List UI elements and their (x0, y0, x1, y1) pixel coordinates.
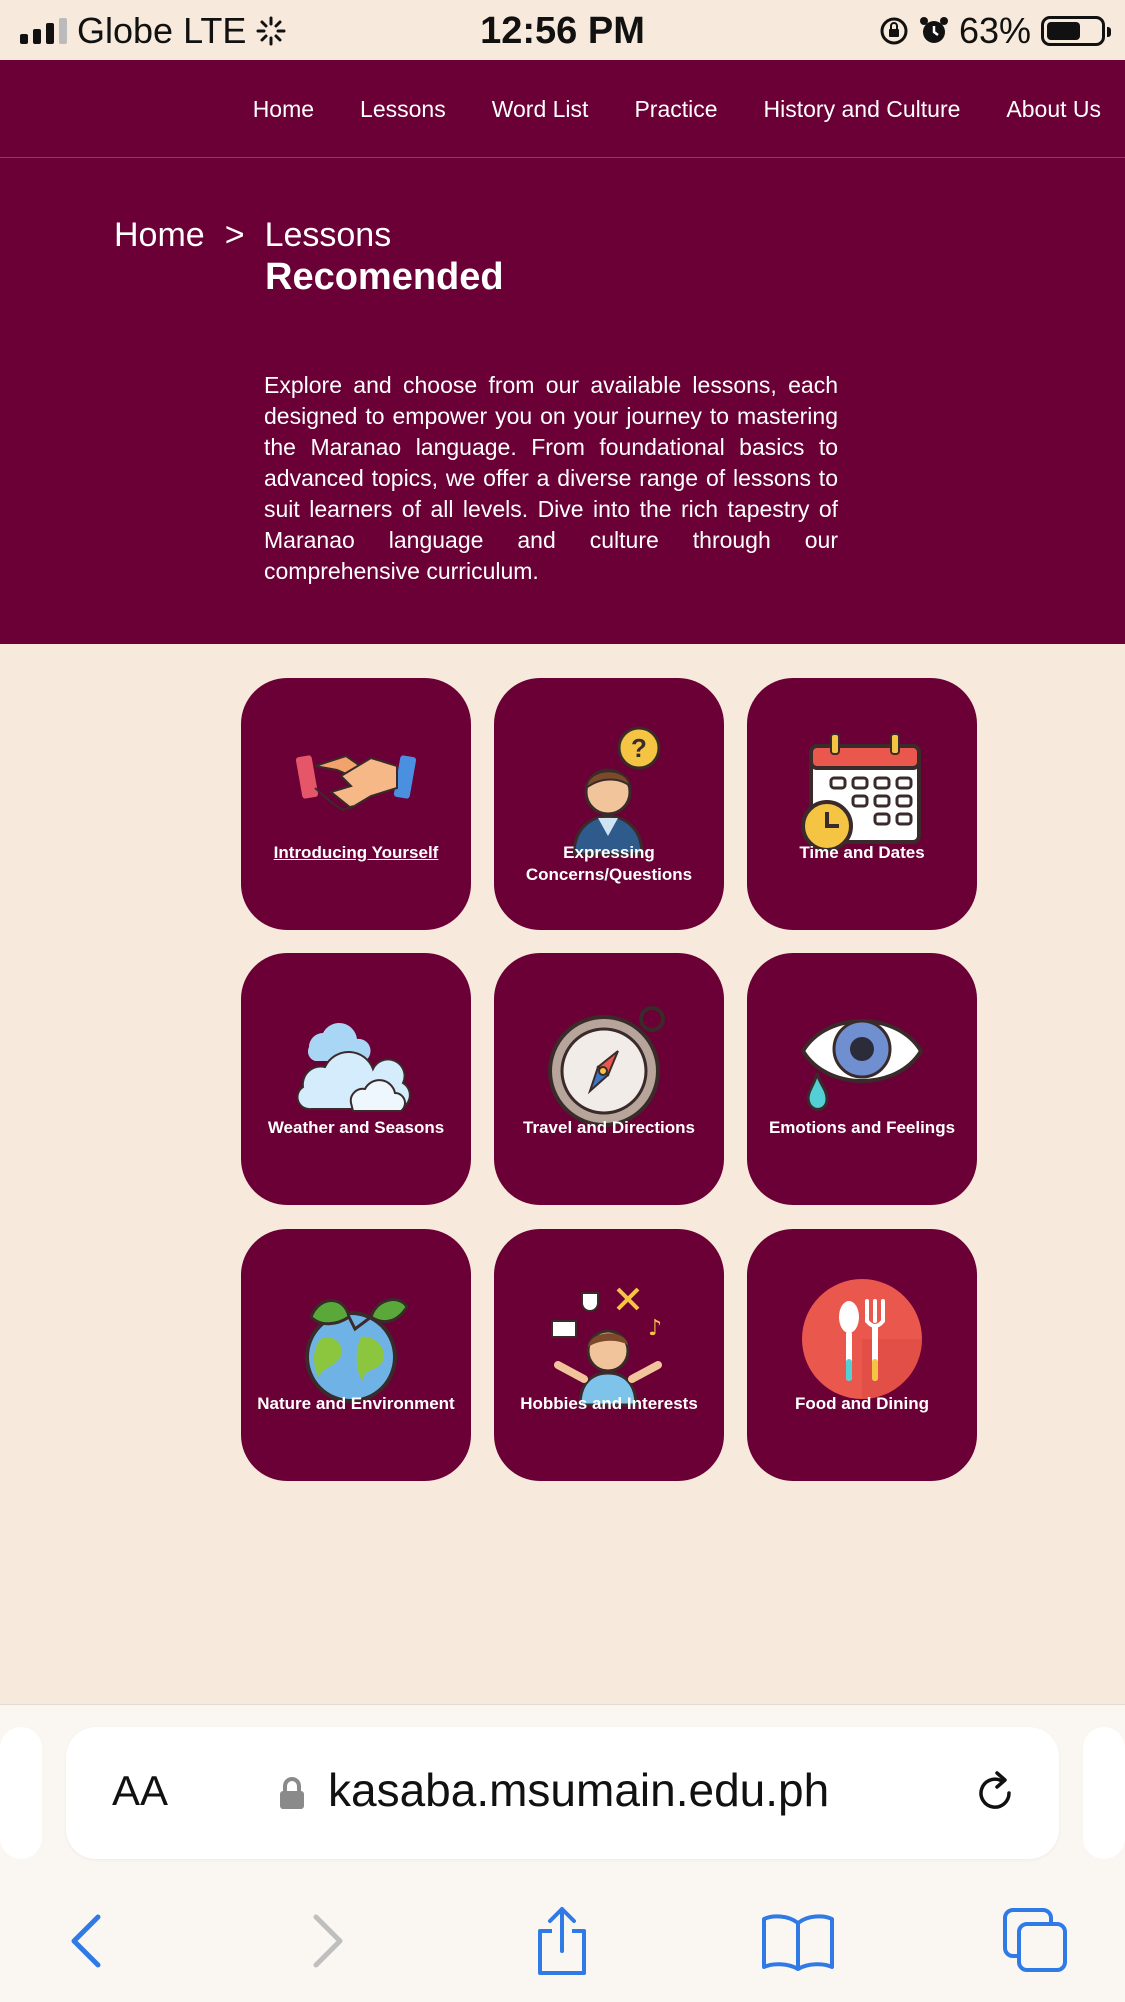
lesson-card-label: Nature and Environment (257, 1394, 455, 1413)
lesson-card-weather-and-seasons[interactable]: Weather and Seasons (241, 953, 471, 1205)
lesson-card-nature-and-environment[interactable]: Nature and Environment (241, 1229, 471, 1481)
alarm-icon (919, 17, 948, 43)
svg-text:?: ? (631, 733, 647, 763)
chevron-right-icon (313, 1914, 343, 1968)
svg-text:♪: ♪ (648, 1316, 662, 1341)
lesson-card-label: Hobbies and Interests (520, 1394, 698, 1413)
lesson-card-label: Travel and Directions (523, 1118, 695, 1137)
battery-icon (1041, 16, 1111, 46)
crying-eye-icon (800, 1019, 924, 1111)
battery-percent: 63% (958, 10, 1031, 51)
lesson-card-label: Expressing Concerns/Questions (525, 843, 693, 884)
lesson-card-label: Food and Dining (794, 1394, 930, 1413)
calendar-clock-icon (801, 733, 921, 852)
nav-history-culture[interactable]: History and Culture (764, 96, 961, 123)
nav-lessons[interactable]: Lessons (360, 96, 446, 123)
top-navigation: Home Lessons Word List Practice History … (0, 60, 1125, 158)
nav-word-list[interactable]: Word List (492, 96, 589, 123)
page-description: Explore and choose from our available le… (264, 372, 838, 584)
compass-icon (548, 1006, 665, 1127)
page-title: Recomended (265, 256, 504, 298)
back-button[interactable] (46, 1901, 126, 1981)
tabs-icon (1003, 1908, 1067, 1972)
hobbies-person-icon: ♪ (551, 1287, 662, 1407)
lock-icon (280, 1777, 304, 1809)
breadcrumb-home[interactable]: Home (114, 216, 205, 255)
status-bar: Globe LTE 12:56 PM 63% (0, 0, 1125, 60)
nav-about-us[interactable]: About Us (1006, 96, 1101, 123)
share-icon (538, 1907, 586, 1975)
nav-practice[interactable]: Practice (634, 96, 717, 123)
lesson-card-time-and-dates[interactable]: Time and Dates (747, 678, 977, 930)
url-text[interactable]: kasaba.msumain.edu.ph (328, 1763, 829, 1817)
text-size-button[interactable]: AA (112, 1767, 168, 1815)
reload-icon[interactable] (971, 1769, 1019, 1817)
address-bar[interactable]: AA kasaba.msumain.edu.ph (66, 1727, 1059, 1859)
earth-leaves-icon (305, 1298, 409, 1403)
forward-button[interactable] (288, 1901, 368, 1981)
clouds-icon (296, 1023, 411, 1112)
browser-toolbar (0, 1889, 1125, 1989)
lesson-card-label: Emotions and Feelings (768, 1118, 956, 1137)
tabs-button[interactable] (996, 1901, 1076, 1981)
nav-home[interactable]: Home (253, 96, 314, 123)
question-person-icon: ? (572, 726, 661, 856)
lesson-card-food-and-dining[interactable]: Food and Dining (747, 1229, 977, 1481)
breadcrumb-current: Lessons (264, 216, 392, 254)
next-tab-preview[interactable] (1083, 1727, 1125, 1859)
lesson-card-hobbies-and-interests[interactable]: ♪ Hobbies and Interests (494, 1229, 724, 1481)
bookmarks-button[interactable] (758, 1901, 838, 1981)
breadcrumb: Home > Lessons (114, 216, 391, 255)
share-button[interactable] (522, 1901, 602, 1981)
handshake-icon (295, 754, 417, 812)
chevron-left-icon (71, 1914, 101, 1968)
previous-tab-preview[interactable] (0, 1727, 42, 1859)
text-size-label: AA (112, 1767, 169, 1814)
spoon-fork-icon (802, 1279, 922, 1399)
lesson-card-travel-and-directions[interactable]: Travel and Directions (494, 953, 724, 1205)
rotation-lock-icon (880, 17, 908, 45)
lesson-card-expressing-concerns[interactable]: ? Expressing Concerns/Questions (494, 678, 724, 930)
lesson-card-emotions-and-feelings[interactable]: Emotions and Feelings (747, 953, 977, 1205)
hero-section: Home > Lessons Recomended Explore and ch… (0, 158, 1125, 644)
lesson-card-label: Time and Dates (799, 843, 925, 862)
book-icon (762, 1914, 834, 1971)
browser-chrome: AA kasaba.msumain.edu.ph (0, 1704, 1125, 2002)
lesson-card-label: Introducing Yourself (273, 843, 439, 862)
lesson-card-label: Weather and Seasons (267, 1118, 445, 1137)
lesson-card-introducing-yourself[interactable]: Introducing Yourself (241, 678, 471, 930)
breadcrumb-separator: > (224, 216, 245, 254)
